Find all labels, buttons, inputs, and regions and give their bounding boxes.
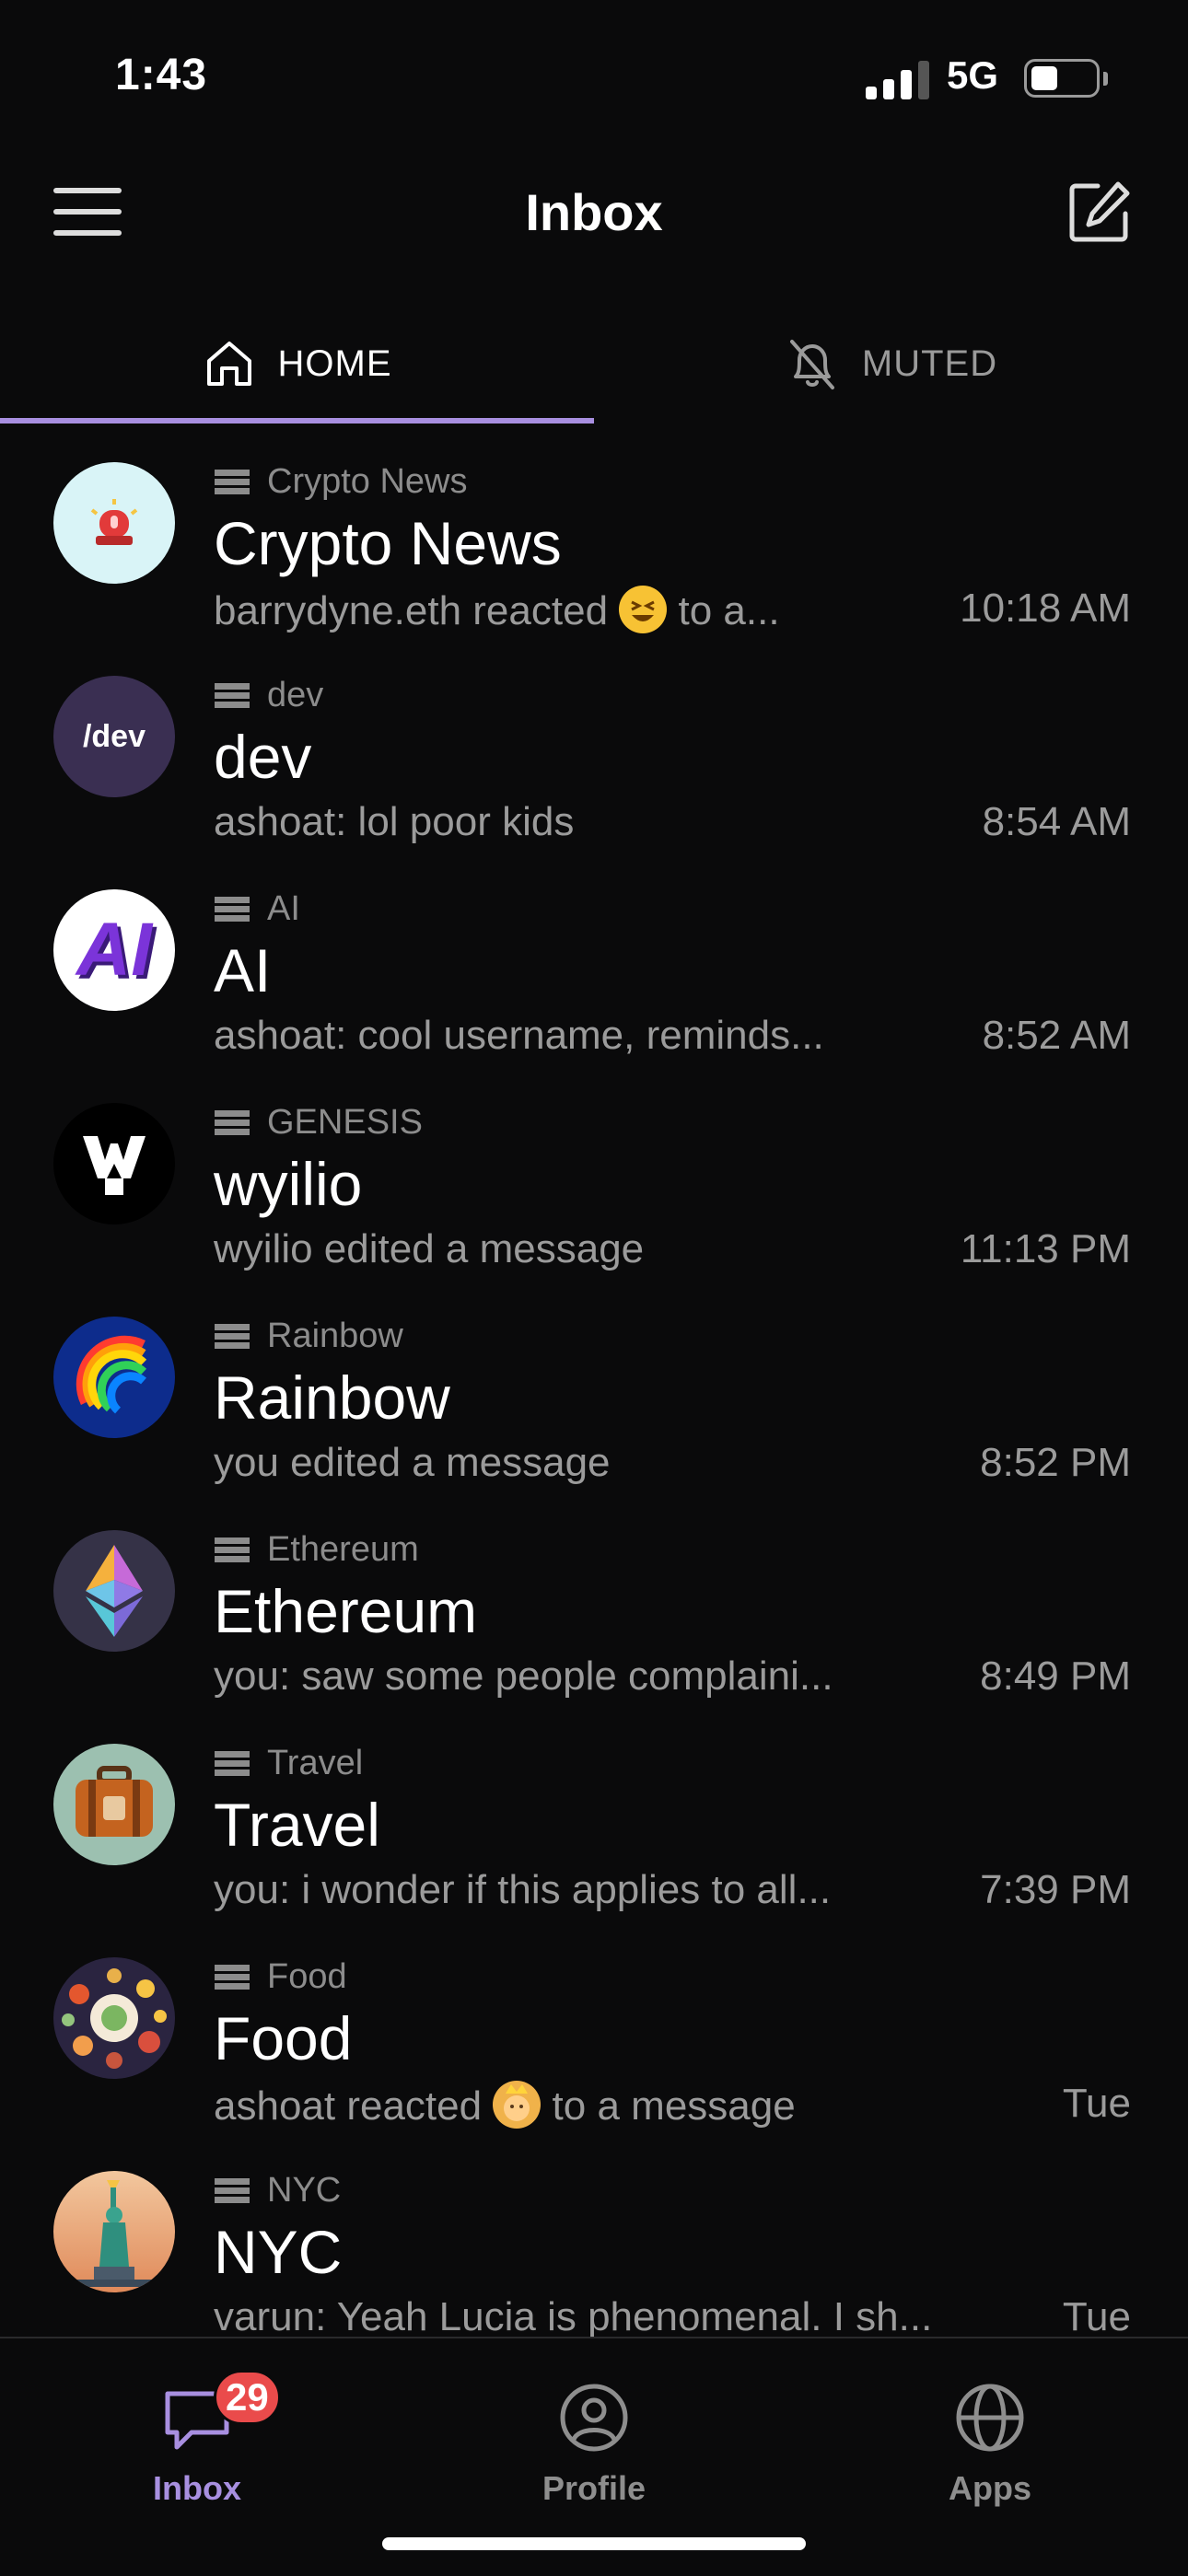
community-label: AI (214, 889, 300, 929)
server-icon (215, 1750, 250, 1776)
suitcase-icon (76, 1766, 153, 1837)
tab-muted-label: MUTED (861, 342, 998, 384)
server-icon (215, 1323, 250, 1349)
community-label: Ethereum (214, 1530, 419, 1570)
rainbow-icon (76, 1335, 147, 1414)
thread-row[interactable]: NYC NYC varun: Yeah Lucia is phenomenal.… (0, 2158, 1188, 2337)
tab-bar-inbox-label: Inbox (153, 2469, 241, 2507)
battery-icon (1024, 59, 1100, 98)
compose-icon[interactable] (1066, 179, 1133, 245)
thread-row[interactable]: /dev dev dev ashoat: lol poor kids 8:54 … (0, 663, 1188, 876)
thread-preview: you edited a message (214, 1440, 611, 1485)
avatar (53, 462, 175, 584)
thread-name: Rainbow (214, 1363, 450, 1432)
thread-row[interactable]: Travel Travel you: i wonder if this appl… (0, 1731, 1188, 1944)
network-type: 5G (947, 53, 999, 97)
header: Inbox (0, 166, 1188, 258)
thread-row[interactable]: Crypto News Crypto News barrydyne.eth re… (0, 449, 1188, 663)
community-label: Rainbow (214, 1317, 403, 1356)
princess-emoji-icon (493, 2081, 542, 2129)
thread-name: Crypto News (214, 509, 562, 577)
thread-preview: ashoat reacted to a message (214, 2081, 932, 2129)
tab-bar-profile[interactable]: Profile (502, 2357, 686, 2523)
thread-preview: you: i wonder if this applies to all... (214, 1867, 832, 1912)
community-label: Travel (214, 1744, 363, 1783)
thread-timestamp: 8:52 PM (980, 1440, 1131, 1485)
thread-row[interactable]: GENESIS wyilio wyilio edited a message 1… (0, 1090, 1188, 1304)
thread-timestamp: Tue (1062, 2294, 1131, 2337)
community-label: GENESIS (214, 1103, 423, 1143)
avatar: /dev (53, 676, 175, 797)
thread-timestamp: 8:54 AM (982, 799, 1131, 844)
siren-icon (90, 499, 138, 545)
thread-row[interactable]: Food Food ashoat reacted to a message Tu… (0, 1944, 1188, 2158)
thread-name: wyilio (214, 1150, 363, 1218)
ethereum-icon (86, 1545, 143, 1637)
thread-row[interactable]: AI AI AI ashoat: cool username, reminds.… (0, 876, 1188, 1090)
thread-name: Food (214, 2004, 353, 2072)
status-time: 1:43 (115, 51, 208, 99)
tab-bar-apps[interactable]: Apps (898, 2357, 1082, 2523)
laughing-emoji-icon (619, 586, 668, 633)
thread-timestamp: Tue (1062, 2081, 1131, 2126)
community-label: Crypto News (214, 462, 468, 502)
thread-name: Ethereum (214, 1577, 478, 1645)
server-icon (215, 1109, 250, 1135)
inbox-tabs: HOME MUTED (0, 304, 1188, 424)
avatar (53, 2171, 175, 2292)
tab-bar-inbox[interactable]: 29 Inbox (105, 2357, 289, 2523)
bell-off-icon (789, 340, 834, 389)
avatar: AI (53, 889, 175, 1011)
status-bar: 1:43 5G (0, 0, 1188, 147)
thread-preview: you: saw some people complaini... (214, 1654, 833, 1699)
thread-timestamp: 10:18 AM (960, 586, 1131, 631)
thread-preview: wyilio edited a message (214, 1226, 645, 1271)
server-icon (215, 2177, 250, 2203)
server-icon (215, 896, 250, 922)
avatar (53, 1957, 175, 2079)
statue-of-liberty-icon (68, 2180, 160, 2287)
tab-home[interactable]: HOME (0, 304, 594, 424)
thread-preview: barrydyne.eth reacted to a... (214, 586, 932, 634)
thread-name: dev (214, 723, 312, 791)
avatar (53, 1317, 175, 1438)
home-indicator (382, 2537, 806, 2550)
tab-bar-apps-label: Apps (949, 2469, 1031, 2507)
community-label: NYC (214, 2171, 341, 2210)
tab-muted[interactable]: MUTED (594, 304, 1188, 424)
food-icon (62, 1968, 167, 2069)
avatar (53, 1744, 175, 1865)
thread-row[interactable]: Ethereum Ethereum you: saw some people c… (0, 1517, 1188, 1731)
thread-preview: ashoat: cool username, reminds... (214, 1013, 824, 1058)
server-icon (215, 469, 250, 494)
thread-name: NYC (214, 2218, 343, 2286)
unread-count-badge: 29 (214, 2370, 281, 2425)
community-label: dev (214, 676, 323, 715)
profile-icon (560, 2384, 628, 2452)
thread-timestamp: 7:39 PM (980, 1867, 1131, 1912)
tab-bar-profile-label: Profile (542, 2469, 646, 2507)
thread-name: Travel (214, 1791, 380, 1859)
avatar (53, 1103, 175, 1224)
avatar (53, 1530, 175, 1652)
tab-home-label: HOME (277, 342, 392, 384)
community-label: Food (214, 1957, 347, 1997)
server-icon (215, 1964, 250, 1990)
thread-timestamp: 11:13 PM (960, 1226, 1131, 1271)
thread-timestamp: 8:49 PM (980, 1654, 1131, 1699)
thread-preview: varun: Yeah Lucia is phenomenal. I sh... (214, 2294, 932, 2337)
globe-icon (956, 2384, 1024, 2452)
thread-list: Crypto News Crypto News barrydyne.eth re… (0, 442, 1188, 2337)
thread-name: AI (214, 936, 272, 1004)
server-icon (215, 1537, 250, 1562)
pixel-w-logo-icon (83, 1136, 146, 1195)
thread-preview: ashoat: lol poor kids (214, 799, 575, 844)
home-icon (206, 342, 251, 386)
thread-row[interactable]: Rainbow Rainbow you edited a message 8:5… (0, 1304, 1188, 1517)
thread-timestamp: 8:52 AM (982, 1013, 1131, 1058)
page-title: Inbox (525, 183, 663, 241)
server-icon (215, 682, 250, 708)
tab-selected-indicator (0, 418, 594, 424)
cellular-signal-icon (866, 59, 930, 99)
